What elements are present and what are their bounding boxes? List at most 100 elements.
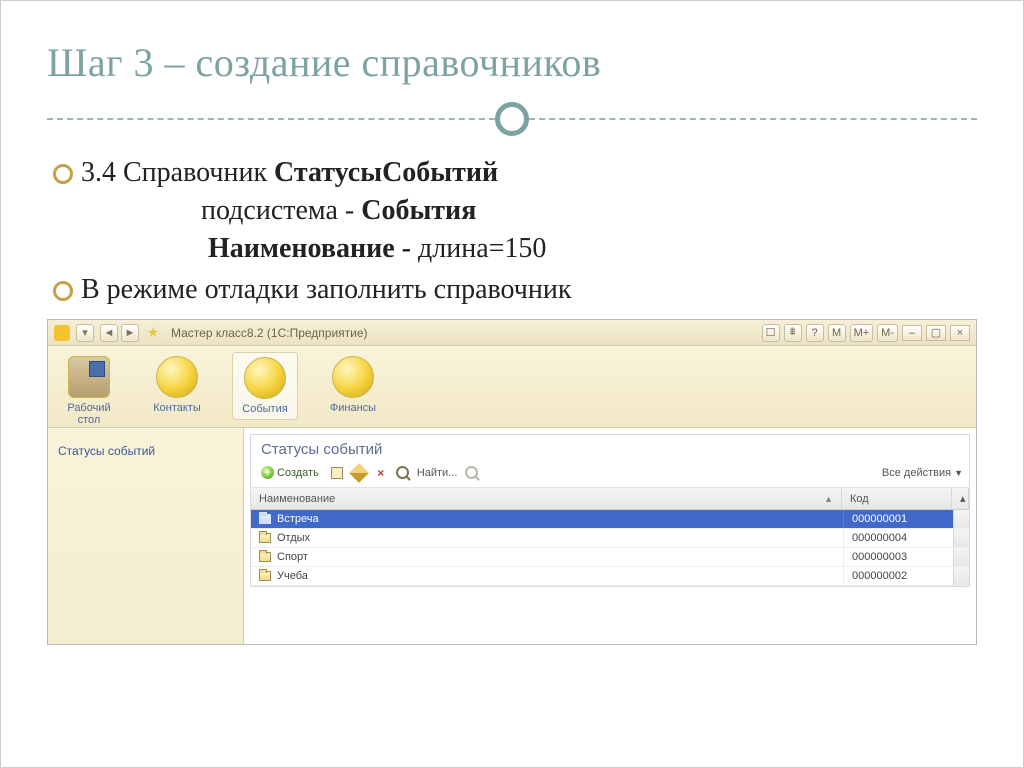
line2-bold: События (361, 195, 476, 226)
tool-chip-mminus[interactable]: M- (877, 324, 898, 342)
row-code-text: 000000003 (852, 551, 907, 563)
history-nav: ◄ ► (100, 324, 139, 342)
cell-code: 000000003 (843, 548, 953, 566)
line3-suffix: длина=150 (411, 233, 546, 264)
tool-chip-help[interactable]: ? (806, 324, 824, 342)
section-events-label: События (242, 403, 287, 415)
table-row[interactable]: Учеба 000000002 (251, 567, 969, 586)
all-actions-menu[interactable]: Все действия ▼ (882, 467, 963, 479)
line3-bold: Наименование - (208, 233, 411, 264)
col-header-code[interactable]: Код (842, 488, 952, 509)
content-row: Статусы событий Статусы событий + Создат… (48, 428, 976, 644)
favorites-icon[interactable]: ★ (145, 325, 161, 341)
tool-chip-m[interactable]: M (828, 324, 846, 342)
app-window: ▾ ◄ ► ★ Мастер класс8.2 (1С:Предприятие)… (47, 319, 977, 645)
magnifier-clear-icon (465, 466, 478, 479)
scrollbar-track[interactable] (953, 529, 969, 547)
window-maximize-button[interactable]: ▢ (926, 325, 946, 341)
section-finance[interactable]: Финансы (320, 352, 386, 418)
create-button-label: Создать (277, 467, 319, 479)
search-button[interactable] (395, 465, 411, 481)
grid-header: Наименование ▲ Код ▴ (251, 488, 969, 510)
item-icon (259, 552, 271, 562)
scrollbar-head: ▴ (952, 488, 969, 509)
clear-search-button[interactable] (463, 465, 479, 481)
sections-panel: Рабочий стол Контакты События Финансы (48, 346, 976, 428)
nav-menu-button[interactable]: ▾ (76, 324, 94, 342)
cell-code: 000000004 (843, 529, 953, 547)
list-toolbar: + Создать × Найти... Все действия ▼ (251, 462, 969, 488)
bullet-2: В режиме отладки заполнить справочник (47, 271, 977, 309)
window-title: Мастер класс8.2 (1С:Предприятие) (171, 326, 368, 340)
item-icon (259, 571, 271, 581)
list-title: Статусы событий (251, 435, 969, 462)
row-name-text: Учеба (277, 570, 308, 582)
line2-prefix: подсистема - (201, 195, 361, 226)
cell-name: Спорт (251, 548, 843, 566)
circle-ornament-icon (495, 102, 529, 136)
titlebar: ▾ ◄ ► ★ Мастер класс8.2 (1С:Предприятие)… (48, 320, 976, 346)
scrollbar-track[interactable] (953, 510, 969, 528)
pencil-icon (349, 463, 369, 483)
section-contacts[interactable]: Контакты (144, 352, 210, 418)
nav-back-button[interactable]: ◄ (100, 324, 118, 342)
sort-asc-icon: ▲ (824, 494, 833, 504)
col-header-name[interactable]: Наименование ▲ (251, 488, 842, 509)
slide-body: 3.4 Справочник СтатусыСобытий подсистема… (47, 154, 977, 309)
col-code-label: Код (850, 493, 869, 505)
bullet-1-line3: Наименование - длина=150 (81, 230, 977, 268)
create-button[interactable]: + Создать (257, 464, 323, 481)
cell-code: 000000002 (843, 567, 953, 585)
sphere-icon (156, 356, 198, 398)
row-code-text: 000000001 (852, 513, 907, 525)
window-close-button[interactable]: × (950, 325, 970, 341)
section-desktop[interactable]: Рабочий стол (56, 352, 122, 430)
delete-button[interactable]: × (373, 465, 389, 481)
item-icon (259, 533, 271, 543)
sphere-icon (244, 357, 286, 399)
bullet-1: 3.4 Справочник СтатусыСобытий подсистема… (47, 154, 977, 267)
search-label[interactable]: Найти... (417, 467, 458, 479)
cell-name: Учеба (251, 567, 843, 585)
chevron-down-icon: ▼ (954, 468, 963, 478)
table-row[interactable]: Встреча 000000001 (251, 510, 969, 529)
window-minimize-button[interactable]: – (902, 325, 922, 341)
row-code-text: 000000002 (852, 570, 907, 582)
list-form: Статусы событий + Создать × Найти... (250, 434, 970, 587)
item-icon (259, 514, 271, 524)
row-name-text: Отдых (277, 532, 310, 544)
table-row[interactable]: Спорт 000000003 (251, 548, 969, 567)
titlebar-right: ☐ ⩩ ? M M+ M- – ▢ × (762, 324, 970, 342)
all-actions-label: Все действия (882, 467, 951, 479)
scrollbar-track[interactable] (953, 567, 969, 585)
bullet-1-bold: СтатусыСобытий (274, 157, 498, 188)
nav-forward-button[interactable]: ► (121, 324, 139, 342)
table-row[interactable]: Отдых 000000004 (251, 529, 969, 548)
bullet-1-prefix: 3.4 Справочник (81, 157, 274, 188)
section-contacts-label: Контакты (153, 402, 201, 414)
bullet-2-text: В режиме отладки заполнить справочник (81, 274, 571, 305)
nav-link-statuses[interactable]: Статусы событий (58, 444, 233, 458)
title-divider (47, 102, 977, 136)
row-name-text: Встреча (277, 513, 319, 525)
row-name-text: Спорт (277, 551, 308, 563)
tool-chip-mplus[interactable]: M+ (850, 324, 874, 342)
tool-chip-0[interactable]: ☐ (762, 324, 780, 342)
copy-icon (331, 467, 343, 479)
slide-title: Шаг 3 – создание справочников (47, 39, 977, 86)
section-desktop-label: Рабочий стол (58, 402, 120, 426)
col-name-label: Наименование (259, 493, 335, 505)
work-area: Статусы событий + Создать × Найти... (244, 428, 976, 644)
copy-button[interactable] (329, 465, 345, 481)
bullet-1-line2: подсистема - События (81, 192, 977, 230)
row-code-text: 000000004 (852, 532, 907, 544)
section-finance-label: Финансы (330, 402, 376, 414)
sphere-icon (332, 356, 374, 398)
app-logo-icon (54, 325, 70, 341)
edit-button[interactable] (351, 465, 367, 481)
magnifier-icon (396, 466, 409, 479)
tool-chip-1[interactable]: ⩩ (784, 324, 802, 342)
scrollbar-track[interactable] (953, 548, 969, 566)
section-events[interactable]: События (232, 352, 298, 420)
cell-code: 000000001 (843, 510, 953, 528)
